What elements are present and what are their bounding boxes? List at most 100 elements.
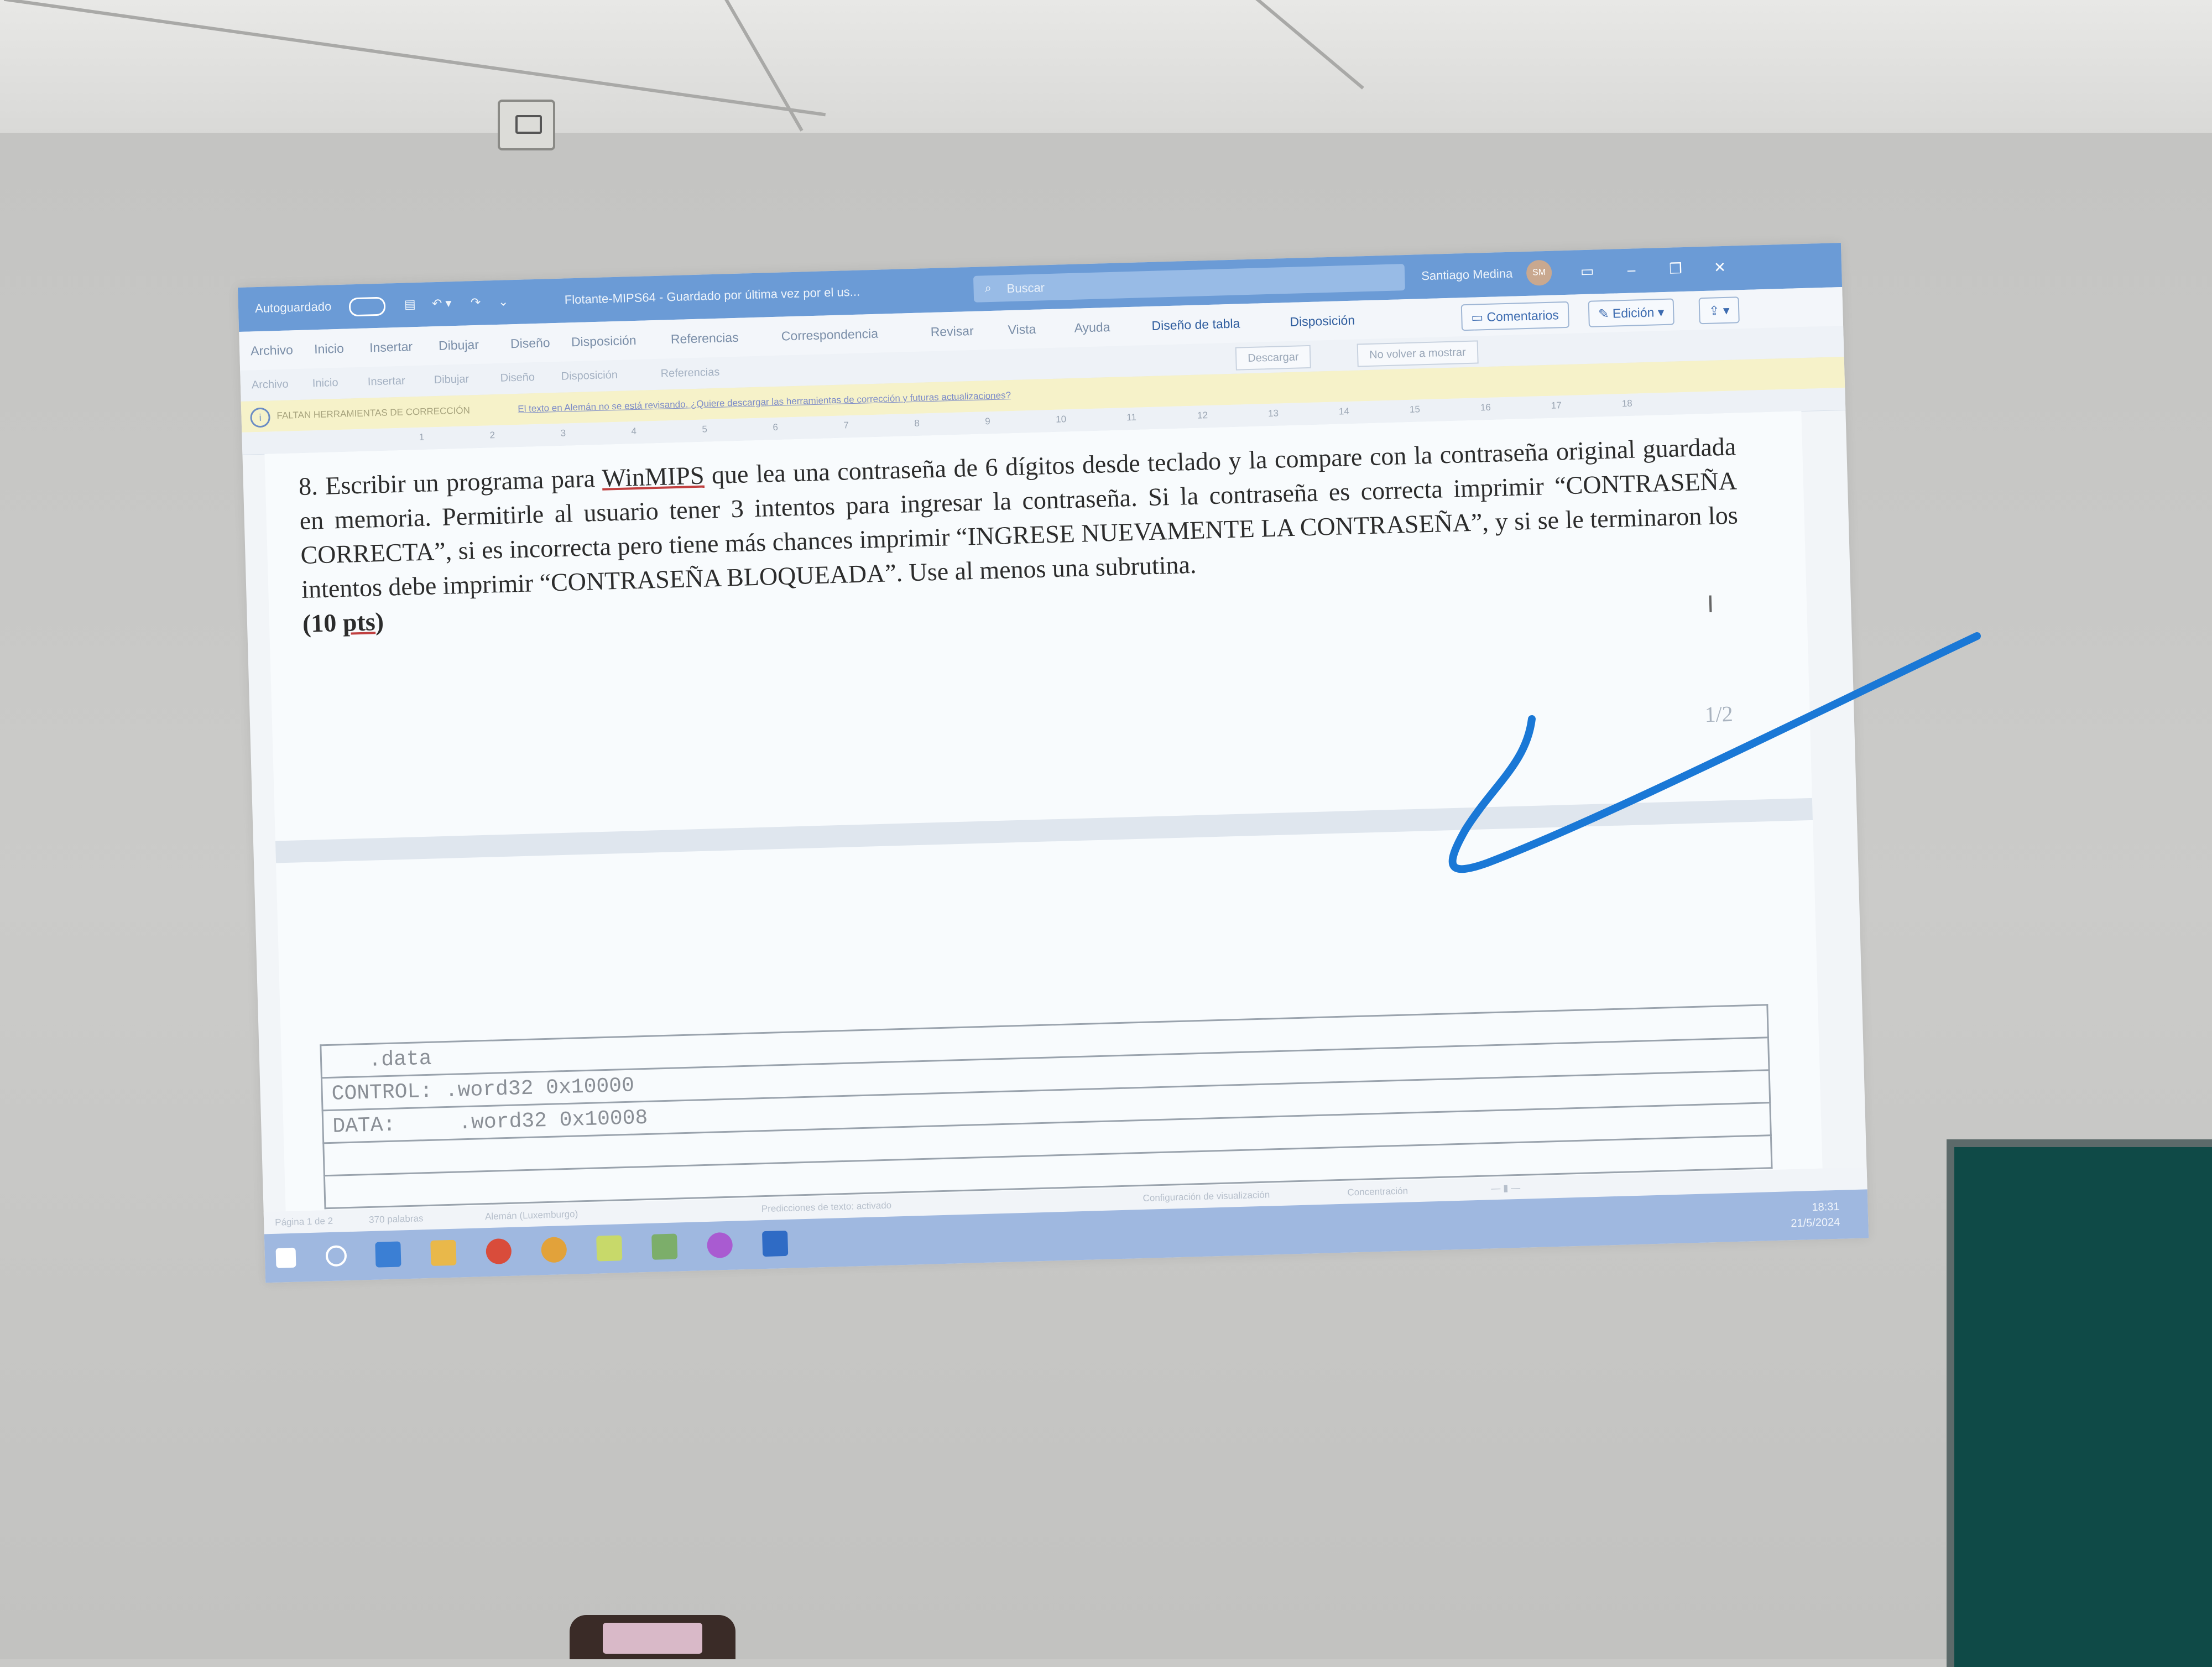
ribbon-item[interactable]: Diseño [500, 371, 535, 385]
customize-icon[interactable]: ⌄ [498, 294, 509, 309]
word-count[interactable]: 370 palabras [369, 1213, 424, 1226]
document-title[interactable]: Flotante-MIPS64 - Guardado por última ve… [564, 285, 860, 308]
question-number: 8. [298, 472, 319, 501]
pencil-icon: ✎ [1598, 306, 1613, 321]
tab-insertar[interactable]: Insertar [369, 339, 413, 355]
save-icon[interactable]: ▤ [404, 297, 416, 312]
maximize-icon[interactable]: ❐ [1664, 257, 1687, 280]
tab-ayuda[interactable]: Ayuda [1074, 320, 1110, 336]
tab-diseno-de-tabla[interactable]: Diseño de tabla [1151, 316, 1240, 333]
clock[interactable]: 18:31 21/5/2024 [1790, 1199, 1840, 1231]
edit-label: Edición [1612, 305, 1655, 321]
page-number: 1/2 [1704, 701, 1734, 727]
autosave-toggle[interactable] [348, 296, 386, 317]
vscode-icon[interactable] [375, 1241, 401, 1268]
search-placeholder: Buscar [1006, 280, 1045, 296]
chrome-profile-icon[interactable] [541, 1237, 567, 1263]
ruler-number: 16 [1480, 402, 1491, 413]
page-count[interactable]: Página 1 de 2 [275, 1216, 333, 1228]
search-icon: ⌕ [984, 280, 992, 295]
ribbon-item[interactable]: Disposición [561, 369, 618, 383]
page-break [275, 798, 1813, 863]
points-word: pts [342, 607, 376, 637]
windows-start-icon[interactable] [275, 1247, 296, 1268]
ribbon-item[interactable]: Referencias [660, 366, 719, 381]
info-message[interactable]: El texto en Alemán no se está revisando.… [518, 390, 1011, 415]
winmips-word: WinMIPS [601, 461, 705, 492]
tab-referencias[interactable]: Referencias [671, 330, 739, 347]
user-name: Santiago Medina [1421, 266, 1513, 283]
ribbon-item[interactable]: Dibujar [434, 373, 469, 387]
edit-mode-button[interactable]: ✎ Edición ▾ [1588, 298, 1674, 327]
avatar[interactable]: SM [1526, 259, 1552, 286]
question-text: 8. Escribir un programa para WinMIPS que… [298, 429, 1740, 640]
tab-revisar[interactable]: Revisar [930, 324, 974, 340]
ruler-number: 17 [1551, 400, 1562, 411]
focus-mode[interactable]: Concentración [1347, 1186, 1408, 1199]
ribbon-item[interactable]: Archivo [252, 378, 289, 392]
ruler-number: 10 [1055, 414, 1067, 425]
ribbon-display-icon[interactable]: ▭ [1576, 259, 1599, 282]
ribbon-item[interactable]: Insertar [368, 375, 405, 389]
clock-date: 21/5/2024 [1791, 1216, 1840, 1230]
ruler-number: 12 [1197, 410, 1208, 421]
tab-disposicion-tabla[interactable]: Disposición [1290, 313, 1355, 330]
chrome-icon[interactable] [486, 1238, 512, 1265]
tab-inicio[interactable]: Inicio [314, 341, 344, 357]
question-body: que lea una contraseña de 6 dígitos desd… [299, 432, 1739, 603]
comments-button[interactable]: ▭ Comentarios [1460, 301, 1569, 331]
info-title: FALTAN HERRAMIENTAS DE CORRECCIÓN [276, 405, 471, 421]
info-icon: i [250, 407, 271, 428]
wall-sensor [498, 100, 555, 150]
tab-correspondencia[interactable]: Correspondencia [781, 326, 878, 344]
language-status[interactable]: Alemán (Luxemburgo) [485, 1208, 578, 1222]
dismiss-button[interactable]: No volver a mostrar [1357, 340, 1479, 367]
tab-vista[interactable]: Vista [1008, 322, 1036, 337]
tab-disposicion[interactable]: Disposición [571, 333, 637, 350]
tab-dibujar[interactable]: Dibujar [439, 337, 479, 353]
display-settings[interactable]: Configuración de visualización [1142, 1190, 1270, 1204]
comment-icon: ▭ [1471, 309, 1487, 325]
autosave-label: Autoguardado [254, 299, 332, 316]
tab-archivo[interactable]: Archivo [251, 342, 293, 358]
ruler-number: 2 [489, 430, 495, 441]
search-taskbar-icon[interactable] [325, 1245, 347, 1267]
ribbon-item[interactable]: Inicio [312, 377, 338, 390]
zoom-slider[interactable]: — ▮ — [1491, 1182, 1520, 1194]
ceiling-tile-line [690, 0, 804, 132]
ruler-number: 1 [419, 431, 425, 442]
clock-time: 18:31 [1812, 1200, 1840, 1214]
ruler-number: 5 [702, 424, 708, 435]
ruler-number: 11 [1126, 411, 1137, 423]
download-button[interactable]: Descargar [1235, 345, 1312, 371]
close-icon[interactable]: ✕ [1708, 256, 1731, 279]
points-open: (10 [302, 608, 343, 638]
share-button[interactable]: ⇪ ▾ [1698, 296, 1740, 325]
question-intro: Escribir un programa para [325, 464, 596, 500]
notes-icon[interactable] [596, 1235, 623, 1262]
projected-screen: Autoguardado ▤ ↶ ▾ ↷ ⌄ Flotante-MIPS64 -… [238, 243, 1869, 1283]
ruler-number: 3 [560, 428, 566, 439]
phone-screen [603, 1623, 702, 1654]
app-icon[interactable] [651, 1233, 678, 1260]
undo-icon[interactable]: ↶ ▾ [432, 296, 452, 311]
minimize-icon[interactable]: – [1620, 258, 1643, 281]
search-box[interactable]: ⌕ Buscar [973, 264, 1405, 303]
text-cursor-icon: I [1707, 590, 1714, 618]
document-page[interactable]: 8. Escribir un programa para WinMIPS que… [264, 411, 1823, 1212]
ruler-number: 15 [1409, 404, 1421, 415]
points-close: ) [374, 607, 384, 636]
redo-icon[interactable]: ↷ [471, 295, 481, 310]
ruler-number: 4 [631, 425, 637, 437]
comments-label: Comentarios [1486, 308, 1559, 324]
file-explorer-icon[interactable] [430, 1239, 457, 1266]
ruler-number: 7 [843, 420, 849, 431]
word-icon[interactable] [762, 1230, 789, 1257]
discord-icon[interactable] [707, 1232, 733, 1258]
tab-diseno[interactable]: Diseño [510, 335, 550, 351]
predictions-status[interactable]: Predicciones de texto: activado [761, 1200, 892, 1215]
share-icon: ⇪ ▾ [1708, 303, 1730, 318]
ruler-number: 14 [1338, 405, 1350, 417]
ruler-number: 6 [773, 421, 779, 433]
phone [570, 1615, 735, 1659]
